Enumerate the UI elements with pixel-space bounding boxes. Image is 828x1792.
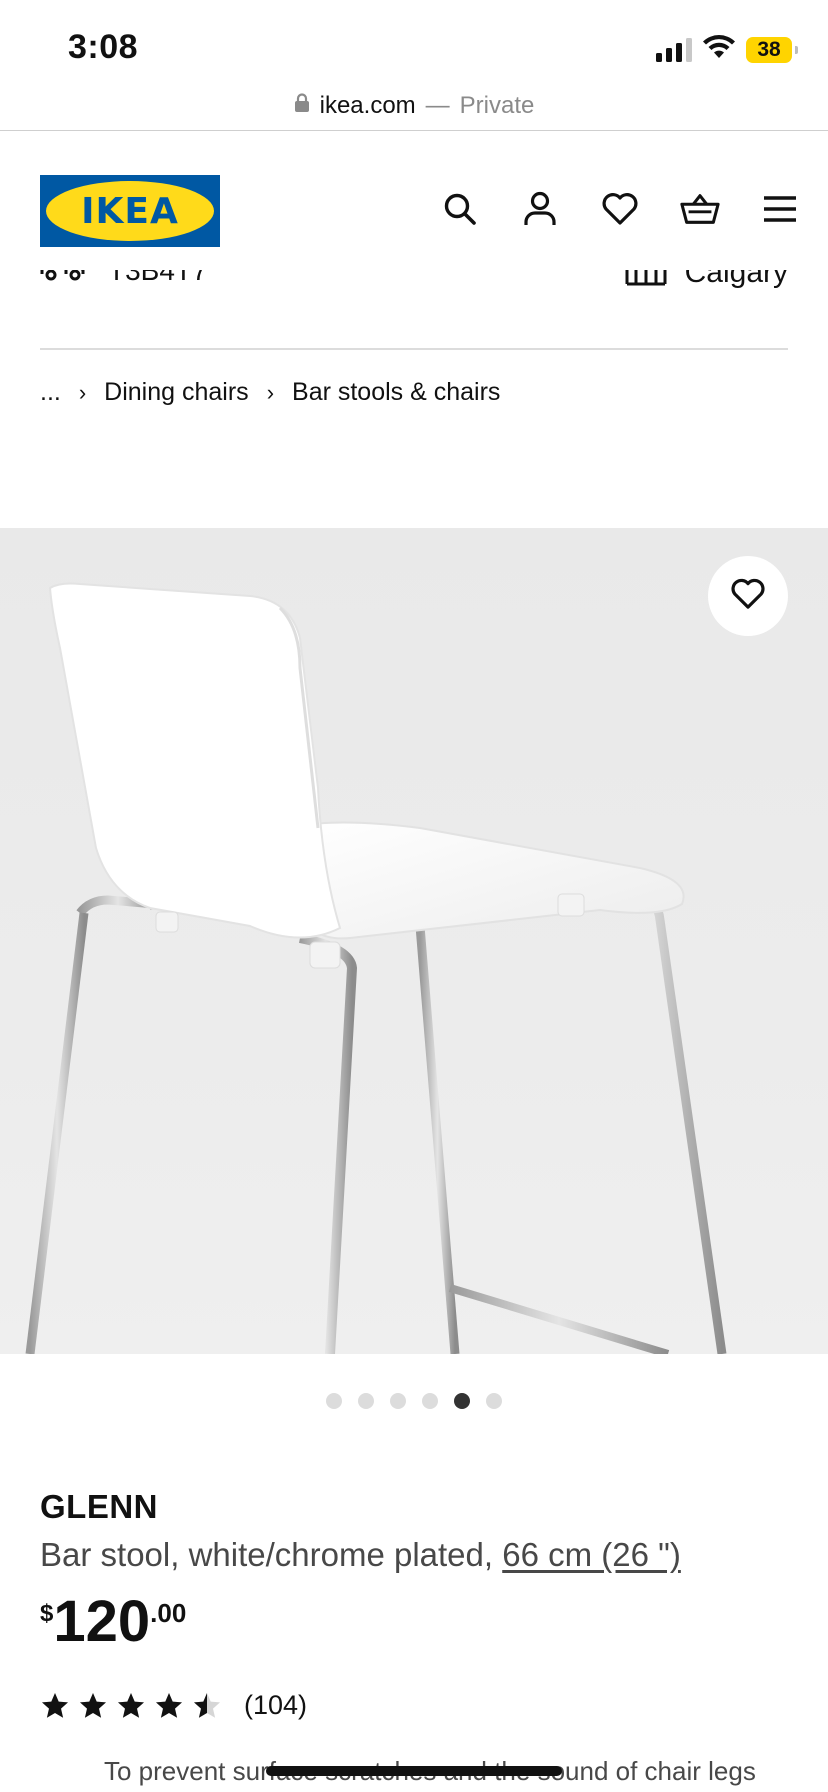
size-link[interactable]: 66 cm (26 ") <box>502 1536 681 1573</box>
search-icon[interactable] <box>440 189 480 229</box>
rating-stars <box>40 1691 222 1721</box>
status-time: 3:08 <box>68 28 139 66</box>
breadcrumb-ellipsis[interactable]: ... <box>40 378 61 407</box>
carousel-dot[interactable] <box>454 1393 470 1409</box>
chevron-right-icon: › <box>266 379 275 405</box>
price-integer: 120 <box>53 1589 151 1654</box>
cellular-signal-icon <box>656 37 692 62</box>
heart-icon <box>730 578 766 615</box>
star-full-icon <box>156 1692 182 1718</box>
breadcrumb-bar-stools[interactable]: Bar stools & chairs <box>292 378 500 407</box>
star-full-icon <box>42 1692 68 1718</box>
product-rating[interactable]: (104) <box>40 1690 307 1721</box>
image-carousel-indicator <box>0 1393 828 1409</box>
product-image[interactable] <box>0 528 828 1354</box>
carousel-dot[interactable] <box>390 1393 406 1409</box>
wifi-icon <box>702 34 736 65</box>
star-full-icon <box>118 1692 144 1718</box>
menu-icon[interactable] <box>760 189 800 229</box>
add-to-favorites-button[interactable] <box>708 556 788 636</box>
ikea-logo[interactable]: IKEA <box>40 175 220 247</box>
home-indicator <box>266 1766 562 1776</box>
product-description: Bar stool, white/chrome plated, 66 cm (2… <box>40 1536 681 1574</box>
carousel-dot[interactable] <box>422 1393 438 1409</box>
breadcrumb-dining-chairs[interactable]: Dining chairs <box>104 378 249 407</box>
chevron-right-icon: › <box>78 379 87 405</box>
private-mode-label: Private <box>459 92 535 119</box>
status-indicators: 38 <box>656 34 798 65</box>
battery-icon: 38 <box>746 36 798 63</box>
carousel-dot[interactable] <box>486 1393 502 1409</box>
product-description-text: Bar stool, white/chrome plated, <box>40 1536 503 1573</box>
status-bar: 3:08 38 <box>0 0 828 88</box>
heart-icon[interactable] <box>600 189 640 229</box>
account-icon[interactable] <box>520 189 560 229</box>
lock-icon <box>294 92 310 120</box>
product-name: GLENN <box>40 1488 158 1525</box>
price-decimal: .00 <box>150 1598 187 1628</box>
address-bar[interactable]: ikea.com — Private <box>0 82 828 130</box>
carousel-dot[interactable] <box>358 1393 374 1409</box>
product-price: $ 120 .00 <box>40 1590 186 1654</box>
site-header: IKEA <box>0 131 828 291</box>
divider <box>40 348 788 350</box>
price-currency: $ <box>40 1600 54 1627</box>
star-full-icon <box>80 1692 106 1718</box>
star-half-icon <box>194 1692 220 1718</box>
url-domain: ikea.com <box>319 92 416 119</box>
url-separator: — <box>425 92 450 119</box>
basket-icon[interactable] <box>680 189 720 229</box>
carousel-dot[interactable] <box>326 1393 342 1409</box>
logo-wordmark: IKEA <box>81 190 179 232</box>
header-actions <box>440 189 800 229</box>
breadcrumb: ... › Dining chairs › Bar stools & chair… <box>40 378 500 407</box>
review-count: (104) <box>244 1690 308 1720</box>
